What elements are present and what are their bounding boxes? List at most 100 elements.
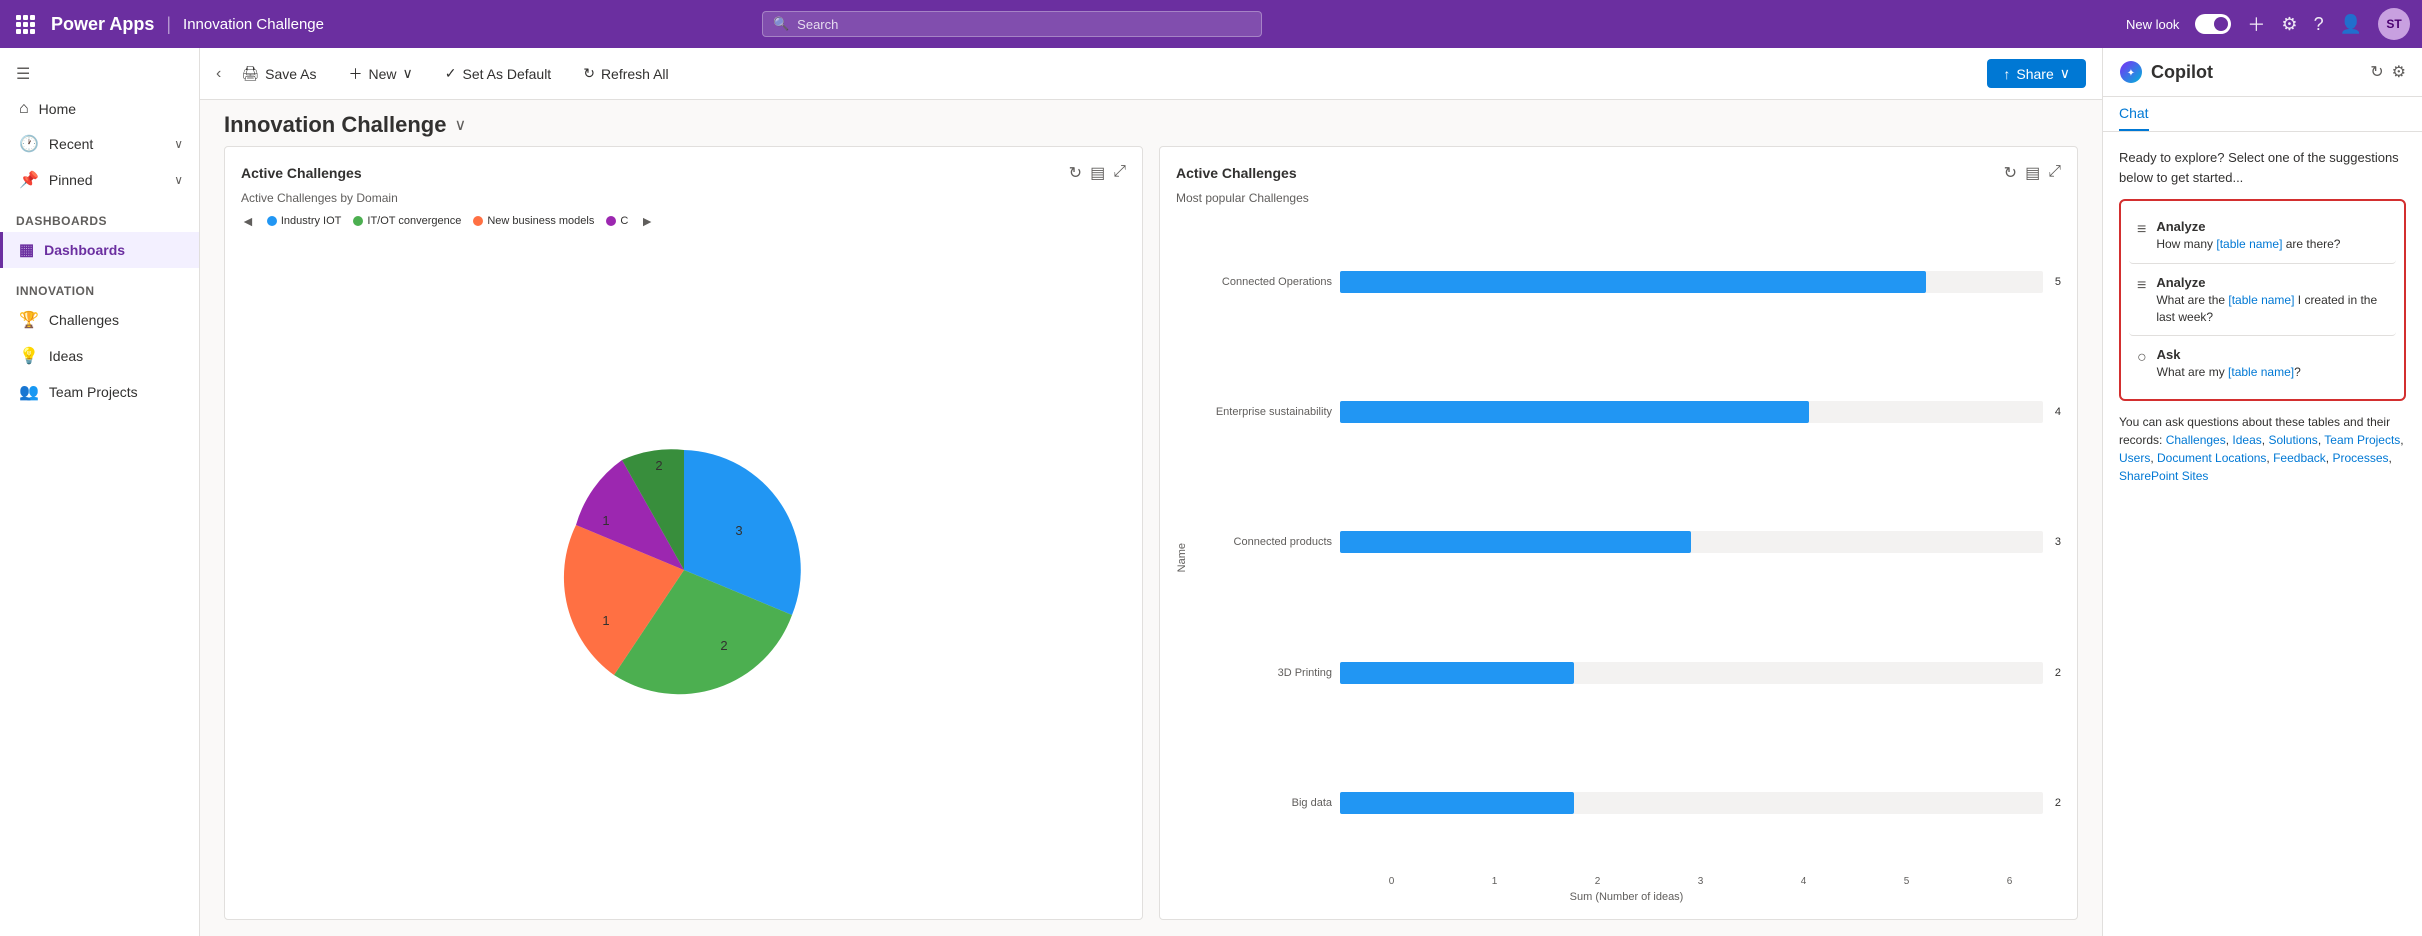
- right-chart-subtitle: Most popular Challenges: [1176, 191, 2061, 205]
- suggestion-item-2[interactable]: ○ Ask What are my [table name]?: [2129, 337, 2396, 391]
- left-chart-expand-icon[interactable]: ⤢: [1113, 163, 1126, 183]
- suggestion-link-1[interactable]: [table name]: [2228, 293, 2294, 307]
- sidebar-item-challenges[interactable]: 🏆 Challenges: [0, 302, 199, 338]
- legend-dot-1: [353, 216, 363, 226]
- left-chart-refresh-icon[interactable]: ↻: [1069, 163, 1082, 183]
- add-icon[interactable]: ＋: [2247, 11, 2265, 37]
- avatar[interactable]: ST: [2378, 8, 2410, 40]
- legend-label-1: IT/OT convergence: [367, 215, 461, 227]
- sidebar-item-pinned[interactable]: 📌 Pinned ∨: [0, 162, 199, 198]
- bar-value-4: 2: [2055, 797, 2061, 809]
- sidebar-label-ideas: Ideas: [49, 348, 83, 364]
- top-navigation: Power Apps | Innovation Challenge 🔍 Sear…: [0, 0, 2422, 48]
- bar-label-3: 3D Printing: [1192, 667, 1332, 679]
- bar-value-1: 4: [2055, 406, 2061, 418]
- axis-tick-3: 3: [1649, 876, 1752, 887]
- axis-tick-0: 0: [1340, 876, 1443, 887]
- share-button[interactable]: ↑ Share ∨: [1987, 59, 2086, 88]
- bar-value-2: 3: [2055, 536, 2061, 548]
- footer-link-challenges[interactable]: Challenges: [2166, 433, 2226, 447]
- pinned-arrow: ∨: [174, 173, 183, 187]
- tab-chat[interactable]: Chat: [2119, 97, 2149, 131]
- left-chart-table-icon[interactable]: ▤: [1090, 163, 1105, 183]
- footer-link-feedback[interactable]: Feedback: [2273, 451, 2326, 465]
- footer-link-teamprojects[interactable]: Team Projects: [2324, 433, 2400, 447]
- bar-value-3: 2: [2055, 667, 2061, 679]
- legend-next[interactable]: ►: [640, 213, 654, 229]
- share-dropdown-icon: ∨: [2060, 65, 2070, 82]
- bar-label-1: Enterprise sustainability: [1192, 406, 1332, 418]
- sidebar-label-team-projects: Team Projects: [49, 384, 138, 400]
- axis-tick-6: 6: [1958, 876, 2061, 887]
- new-look-toggle[interactable]: [2195, 14, 2231, 34]
- save-as-button[interactable]: 🖨 Save As: [229, 59, 328, 88]
- legend-dot-3: [606, 216, 616, 226]
- bar-track-1: [1340, 401, 2043, 423]
- left-chart-icons: ↻ ▤ ⤢: [1069, 163, 1126, 183]
- settings-icon[interactable]: ⚙: [2281, 14, 2297, 35]
- footer-link-sharepoint[interactable]: SharePoint Sites: [2119, 469, 2208, 483]
- footer-link-doclocations[interactable]: Document Locations: [2157, 451, 2266, 465]
- axis-tick-5: 5: [1855, 876, 1958, 887]
- svg-text:1: 1: [602, 513, 609, 528]
- sidebar-label-challenges: Challenges: [49, 312, 119, 328]
- search-bar[interactable]: 🔍 Search: [762, 11, 1262, 37]
- suggestion-item-1[interactable]: ≡ Analyze What are the [table name] I cr…: [2129, 265, 2396, 337]
- footer-link-users[interactable]: Users: [2119, 451, 2150, 465]
- sidebar-item-recent[interactable]: 🕐 Recent ∨: [0, 126, 199, 162]
- back-button[interactable]: ‹: [216, 65, 221, 83]
- suggestion-desc-0: How many [table name] are there?: [2156, 236, 2340, 253]
- help-icon[interactable]: ?: [2314, 14, 2324, 35]
- suggestion-link-2[interactable]: [table name]: [2228, 365, 2294, 379]
- refresh-button[interactable]: ↻ Refresh All: [571, 59, 680, 88]
- sidebar-toggle[interactable]: ☰: [0, 56, 199, 92]
- chart-card-left: Active Challenges ↻ ▤ ⤢ Active Challenge…: [224, 146, 1143, 920]
- home-icon: ⌂: [19, 100, 29, 118]
- legend-item-2: New business models: [473, 215, 594, 227]
- suggestion-item-0[interactable]: ≡ Analyze How many [table name] are ther…: [2129, 209, 2396, 264]
- suggestion-content-0: Analyze How many [table name] are there?: [2156, 219, 2340, 253]
- bar-chart-inner: Name Connected Operations 5 Enterprise s…: [1176, 213, 2061, 903]
- copilot-refresh-icon[interactable]: ↻: [2370, 62, 2383, 82]
- right-chart-refresh-icon[interactable]: ↻: [2004, 163, 2017, 183]
- sidebar-item-team-projects[interactable]: 👥 Team Projects: [0, 374, 199, 410]
- user-settings-icon[interactable]: 👤: [2340, 14, 2362, 35]
- right-chart-expand-icon[interactable]: ⤢: [2048, 163, 2061, 183]
- footer-link-ideas[interactable]: Ideas: [2232, 433, 2261, 447]
- suggestion-link-0[interactable]: [table name]: [2216, 237, 2282, 251]
- set-default-button[interactable]: ✓ Set As Default: [433, 59, 563, 88]
- footer-link-solutions[interactable]: Solutions: [2268, 433, 2317, 447]
- sidebar-item-dashboards[interactable]: ▦ Dashboards: [0, 232, 199, 268]
- right-chart-title: Active Challenges: [1176, 165, 1297, 181]
- page-header: Innovation Challenge ∨: [200, 100, 2102, 146]
- refresh-label: Refresh All: [601, 66, 669, 82]
- suggestion-desc-1: What are the [table name] I created in t…: [2156, 292, 2388, 326]
- footer-link-processes[interactable]: Processes: [2332, 451, 2388, 465]
- sidebar-item-ideas[interactable]: 💡 Ideas: [0, 338, 199, 374]
- bar-fill-1: [1340, 401, 1809, 423]
- save-as-icon: 🖨: [241, 65, 259, 82]
- copilot-footer: You can ask questions about these tables…: [2119, 413, 2406, 485]
- legend-prev[interactable]: ◄: [241, 213, 255, 229]
- app-grid-icon[interactable]: [12, 11, 39, 38]
- axis-tick-2: 2: [1546, 876, 1649, 887]
- suggestion-icon-1: ≡: [2137, 277, 2146, 326]
- pinned-icon: 📌: [19, 170, 39, 190]
- legend-item-1: IT/OT convergence: [353, 215, 461, 227]
- page-title-dropdown[interactable]: ∨: [454, 115, 466, 135]
- pie-chart-svg: 3 2 1 1 2: [554, 440, 814, 700]
- copilot-settings-icon[interactable]: ⚙: [2392, 62, 2406, 82]
- suggestion-title-0: Analyze: [2156, 219, 2340, 234]
- suggestion-content-2: Ask What are my [table name]?: [2157, 347, 2301, 381]
- right-chart-table-icon[interactable]: ▤: [2025, 163, 2040, 183]
- bar-track-3: [1340, 662, 2043, 684]
- challenges-icon: 🏆: [19, 310, 39, 330]
- axis-tick-4: 4: [1752, 876, 1855, 887]
- bar-row-4: Big data 2: [1192, 792, 2061, 814]
- copilot-intro: Ready to explore? Select one of the sugg…: [2119, 148, 2406, 187]
- main-layout: ☰ ⌂ Home 🕐 Recent ∨ 📌 Pinned ∨ Dashboard…: [0, 48, 2422, 936]
- suggestion-content-1: Analyze What are the [table name] I crea…: [2156, 275, 2388, 326]
- new-button[interactable]: ＋ New ∨: [336, 58, 424, 90]
- team-projects-icon: 👥: [19, 382, 39, 402]
- sidebar-item-home[interactable]: ⌂ Home: [0, 92, 199, 126]
